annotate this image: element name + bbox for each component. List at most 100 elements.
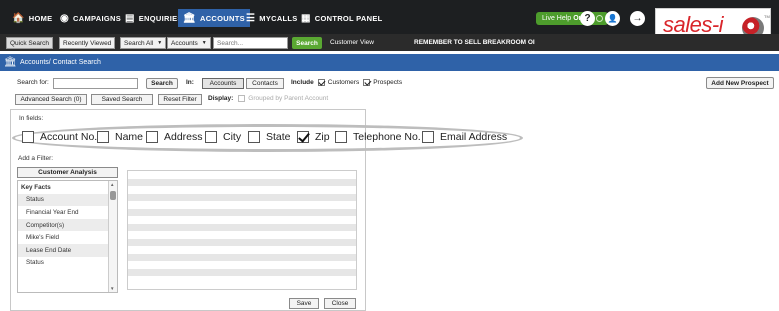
nav-control-panel[interactable]: ▦ CONTROL PANEL — [301, 12, 383, 24]
nav-home-label: HOME — [28, 13, 53, 23]
advanced-search-label: Advanced Search (0) — [20, 96, 82, 103]
help-button[interactable]: ? — [580, 11, 595, 26]
search-all-label: Search All — [124, 39, 154, 47]
accounts-select-label: Accounts — [171, 39, 198, 47]
filter-list[interactable]: Key Facts Status Financial Year End Comp… — [17, 180, 118, 293]
home-icon: 🏠 — [12, 12, 25, 24]
prospects-checkbox[interactable] — [363, 79, 371, 86]
account-no-checkbox[interactable] — [22, 131, 34, 143]
field-account-no[interactable]: Account No. — [22, 131, 97, 143]
accounts-select[interactable]: Accounts ▼ — [167, 37, 211, 49]
search-button[interactable]: Search — [146, 78, 178, 89]
field-zip[interactable]: Zip — [297, 131, 330, 143]
in-fields-label: In fields: — [19, 115, 44, 122]
user-icon: 👤 — [607, 14, 618, 23]
name-checkbox[interactable] — [97, 131, 109, 143]
nav-control-panel-label: CONTROL PANEL — [314, 13, 383, 23]
list-item[interactable]: Status — [18, 257, 117, 270]
quick-search-input[interactable] — [213, 37, 288, 49]
list-item[interactable]: Key Facts — [18, 181, 117, 194]
save-button-label: Save — [296, 300, 312, 307]
nav-accounts[interactable]: 🏛 ACCOUNTS — [178, 9, 250, 27]
nav-home[interactable]: 🏠 HOME — [12, 12, 52, 24]
saved-search-button[interactable]: Saved Search — [91, 94, 153, 105]
live-help-button[interactable]: Live Help Online — [536, 12, 608, 25]
email-address-label: Email Address — [440, 131, 508, 143]
in-label: In: — [186, 79, 194, 86]
nav-mycalls[interactable]: ☰ MYCALLS — [246, 12, 298, 24]
zip-label: Zip — [315, 131, 330, 143]
quick-search-button-label: Search — [296, 39, 318, 47]
field-email-address[interactable]: Email Address — [422, 131, 507, 143]
list-item[interactable]: Mike's Field — [18, 231, 117, 244]
list-item[interactable]: Lease End Date — [18, 243, 117, 257]
grouped-checkbox[interactable] — [238, 95, 246, 102]
quick-search-tab[interactable]: Quick Search — [6, 37, 54, 49]
close-button-label: Close — [331, 300, 349, 307]
field-name[interactable]: Name — [97, 131, 143, 143]
add-new-prospect-label: Add New Prospect — [711, 79, 769, 87]
field-state[interactable]: State — [248, 131, 291, 143]
list-item[interactable]: Financial Year End — [18, 206, 117, 219]
city-checkbox[interactable] — [205, 131, 217, 143]
result-row — [128, 201, 356, 209]
field-address[interactable]: Address — [146, 131, 203, 143]
logo-trademark: TM — [764, 14, 770, 19]
customers-checkbox[interactable] — [317, 79, 325, 86]
logout-button[interactable]: → — [630, 11, 645, 26]
scroll-thumb[interactable] — [110, 191, 116, 200]
save-button[interactable]: Save — [289, 298, 319, 309]
accounts-bank-icon: 🏛 — [4, 57, 17, 68]
result-row — [128, 171, 356, 179]
logout-arrow-icon: → — [632, 13, 643, 24]
result-row — [128, 223, 356, 231]
quick-search-label: Quick Search — [10, 39, 50, 47]
field-city[interactable]: City — [205, 131, 241, 143]
customers-label: Customers — [327, 79, 360, 86]
contacts-tab[interactable]: Contacts — [246, 78, 284, 89]
email-address-checkbox[interactable] — [422, 131, 434, 143]
include-label: Include — [291, 79, 314, 86]
user-profile-button[interactable]: 👤 — [605, 11, 620, 26]
zip-checkbox[interactable] — [297, 131, 309, 143]
advanced-search-button[interactable]: Advanced Search (0) — [15, 94, 87, 105]
filter-list-scrollbar[interactable]: ▲ ▼ — [108, 181, 117, 292]
result-row — [128, 193, 356, 201]
grouped-label: Grouped by Parent Account — [248, 95, 329, 102]
display-label: Display: — [208, 95, 234, 102]
add-new-prospect-button[interactable]: Add New Prospect — [706, 77, 774, 89]
reminder-text: REMEMBER TO SELL BREAKROOM OI — [414, 39, 535, 46]
accounts-tab[interactable]: Accounts — [202, 78, 244, 89]
list-item[interactable]: Status — [18, 193, 117, 207]
state-checkbox[interactable] — [248, 131, 260, 143]
customer-analysis-button[interactable]: Customer Analysis — [17, 167, 118, 178]
nav-campaigns[interactable]: ◉ CAMPAIGNS — [60, 12, 121, 24]
customer-view-link[interactable]: Customer View — [330, 39, 374, 46]
control-panel-icon: ▦ — [301, 12, 311, 24]
address-checkbox[interactable] — [146, 131, 158, 143]
help-icon: ? — [584, 13, 591, 24]
state-label: State — [266, 131, 291, 143]
search-row: Search for: — [17, 79, 49, 86]
name-label: Name — [115, 131, 144, 143]
search-for-input[interactable] — [53, 78, 138, 89]
field-telephone-no[interactable]: Telephone No. — [335, 131, 421, 143]
close-button[interactable]: Close — [324, 298, 356, 309]
mycalls-icon: ☰ — [246, 12, 256, 24]
nav-mycalls-label: MYCALLS — [259, 13, 298, 23]
telephone-no-checkbox[interactable] — [335, 131, 347, 143]
quick-search-button[interactable]: Search — [292, 37, 322, 49]
scroll-down-icon[interactable]: ▼ — [110, 286, 114, 291]
recently-viewed-tab[interactable]: Recently Viewed — [59, 37, 116, 49]
reset-filter-button[interactable]: Reset Filter — [158, 94, 202, 105]
search-button-label: Search — [151, 80, 173, 87]
nav-enquiries[interactable]: ▤ ENQUIRIES — [125, 12, 183, 24]
live-help-label: Live Help — [542, 15, 572, 22]
telephone-no-label: Telephone No. — [353, 131, 421, 143]
search-all-select[interactable]: Search All ▼ — [120, 37, 167, 49]
result-row — [128, 246, 356, 254]
result-row — [128, 186, 356, 194]
add-filter-label: Add a Filter: — [18, 155, 54, 162]
list-item[interactable]: Competitor(s) — [18, 218, 117, 232]
scroll-up-icon[interactable]: ▲ — [110, 182, 114, 187]
